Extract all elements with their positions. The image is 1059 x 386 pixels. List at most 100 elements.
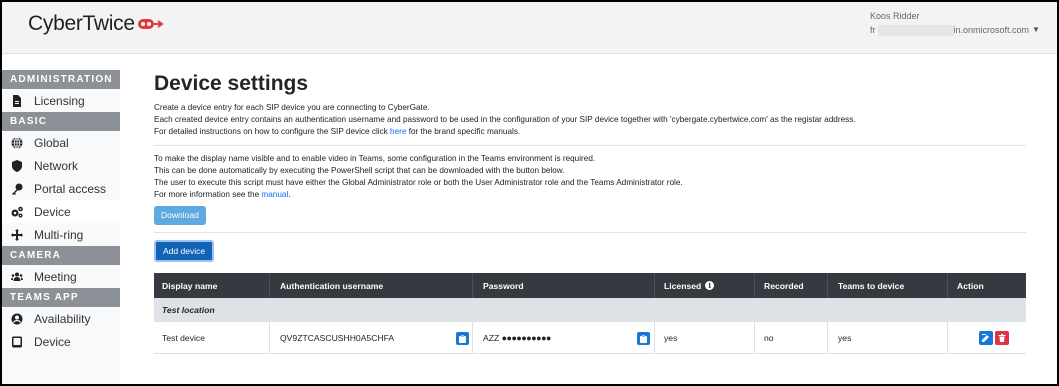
col-divider [827, 273, 828, 298]
user-circle-icon [10, 312, 24, 326]
sidebar-item-label: Licensing [34, 93, 85, 108]
col-divider [947, 273, 948, 298]
sidebar-item-licensing[interactable]: Licensing [2, 89, 120, 112]
sidebar-section-camera: CAMERA [2, 246, 120, 265]
logo[interactable]: CyberTwice [28, 12, 164, 36]
cogs-icon [10, 205, 24, 219]
table-header: Display name Authentication username Pas… [154, 273, 1026, 298]
intro-text: Create a device entry for each SIP devic… [154, 102, 1026, 138]
sidebar-item-teams-device[interactable]: Device [2, 330, 120, 353]
cell-display-name: Test device [162, 333, 205, 343]
col-divider [947, 322, 948, 353]
teams-line: The user to execute this script must hav… [154, 178, 683, 187]
col-licensed: Licensed i [664, 280, 715, 291]
user-menu[interactable]: Koos Ridder fr in.onmicrosoft.com ▼ [870, 9, 1040, 37]
logo-mark-icon [137, 17, 164, 31]
copy-password-button[interactable] [637, 332, 650, 345]
arrows-icon [10, 228, 24, 242]
col-recorded: Recorded [764, 280, 804, 291]
col-divider [754, 322, 755, 353]
info-icon[interactable]: i [705, 281, 715, 290]
teams-text-span: For more information see the [154, 190, 262, 199]
intro-text-span: for the brand specific manuals. [406, 127, 521, 136]
cell-password: AZZ ●●●●●●●●●● [483, 322, 552, 354]
manual-link[interactable]: manual [261, 190, 288, 199]
sidebar-item-label: Network [34, 158, 79, 173]
teams-config-text: To make the display name visible and to … [154, 153, 1026, 201]
intro-line: Each created device entry contains an au… [154, 115, 856, 124]
email-suffix: in.onmicrosoft.com [953, 25, 1030, 35]
sidebar-item-device[interactable]: Device [2, 200, 120, 223]
col-password: Password [483, 280, 524, 291]
delete-button[interactable] [995, 331, 1009, 345]
col-divider [827, 322, 828, 353]
sidebar-item-network[interactable]: Network [2, 154, 120, 177]
group-row: Test location [154, 298, 1026, 322]
sidebar-item-label: Multi-ring [34, 227, 84, 242]
cell-auth-username: QV9ZTCASCUSHH0A5CHFA [280, 333, 395, 343]
chevron-down-icon: ▼ [1032, 25, 1040, 34]
email-prefix: fr [870, 25, 876, 35]
sidebar-section-basic: BASIC [2, 112, 120, 131]
top-bar: CyberTwice Koos Ridder fr in.onmicrosoft… [2, 2, 1057, 54]
email-redacted [877, 24, 954, 36]
col-teams-to-device: Teams to device [838, 280, 905, 291]
col-divider [654, 273, 655, 298]
divider [154, 232, 1026, 233]
sidebar-item-multi-ring[interactable]: Multi-ring [2, 223, 120, 246]
edit-button[interactable] [979, 331, 993, 345]
file-icon [10, 94, 24, 108]
sidebar: ADMINISTRATION Licensing BASIC Global Ne… [2, 70, 120, 384]
users-icon [10, 270, 24, 284]
col-display-name: Display name [162, 280, 218, 291]
teams-line: To make the display name visible and to … [154, 154, 596, 163]
col-divider [269, 322, 270, 353]
teams-line: For more information see the manual. [154, 189, 1026, 201]
trash-icon [998, 334, 1006, 342]
app-window: CyberTwice Koos Ridder fr in.onmicrosoft… [2, 2, 1057, 384]
sidebar-item-label: Device [34, 204, 71, 219]
col-divider [654, 322, 655, 353]
teams-line: This can be done automatically by execut… [154, 166, 565, 175]
sidebar-item-global[interactable]: Global [2, 131, 120, 154]
cell-recorded: no [764, 333, 774, 343]
password-prefix: AZZ [483, 333, 500, 343]
teams-text-span: . [288, 190, 291, 199]
col-licensed-label: Licensed [664, 280, 702, 291]
sidebar-item-label: Device [34, 334, 71, 349]
main-content: Device settings Create a device entry fo… [154, 72, 1026, 354]
cell-licensed: yes [664, 333, 678, 343]
sidebar-section-administration: ADMINISTRATION [2, 70, 120, 89]
table-row: Test device QV9ZTCASCUSHH0A5CHFA AZZ ●●●… [154, 322, 1026, 354]
divider [154, 145, 1026, 146]
globe-icon [10, 136, 24, 150]
key-icon [10, 182, 24, 196]
sidebar-item-label: Meeting [34, 269, 77, 284]
col-divider [269, 273, 270, 298]
col-divider [472, 273, 473, 298]
download-button[interactable]: Download [154, 206, 206, 225]
col-auth-username: Authentication username [280, 280, 384, 291]
user-email: fr in.onmicrosoft.com ▼ [870, 23, 1040, 37]
add-device-button[interactable]: Add device [154, 240, 215, 262]
col-action: Action [957, 280, 984, 291]
here-link[interactable]: here [390, 127, 406, 136]
col-divider [754, 273, 755, 298]
intro-text-span: For detailed instructions on how to conf… [154, 127, 391, 136]
copy-username-button[interactable] [456, 332, 469, 345]
col-divider [472, 322, 473, 353]
sidebar-item-label: Global [34, 135, 69, 150]
cell-teams-to-device: yes [838, 333, 852, 343]
sidebar-section-teams-app: TEAMS APP [2, 288, 120, 307]
sidebar-item-availability[interactable]: Availability [2, 307, 120, 330]
sidebar-item-meeting[interactable]: Meeting [2, 265, 120, 288]
shield-icon [10, 159, 24, 173]
clipboard-icon [459, 334, 466, 343]
sidebar-item-portal-access[interactable]: Portal access [2, 177, 120, 200]
sidebar-item-label: Portal access [34, 181, 107, 196]
user-name: Koos Ridder [870, 11, 920, 21]
edit-icon [982, 334, 989, 342]
tablet-icon [10, 335, 24, 349]
logo-text: CyberTwice [28, 12, 135, 35]
clipboard-icon [640, 334, 647, 343]
